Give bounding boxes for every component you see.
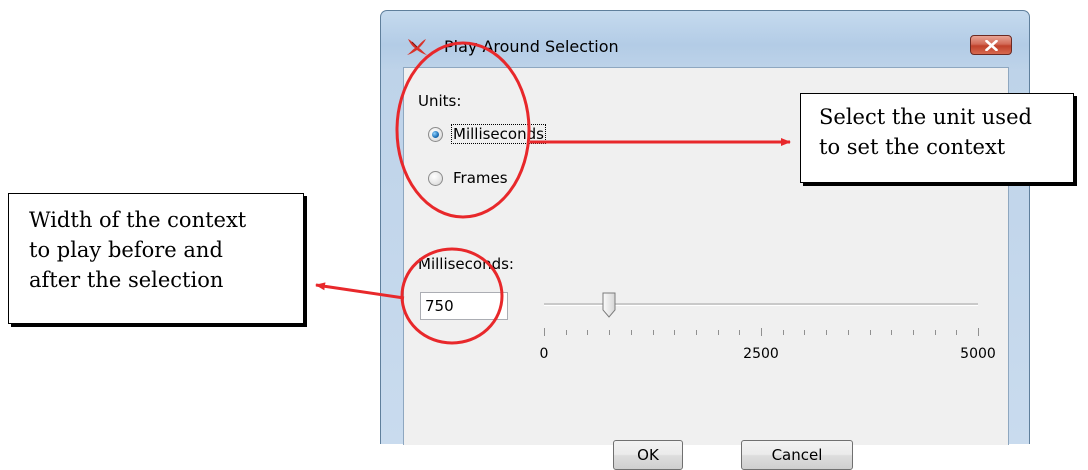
width-arrow xyxy=(315,282,405,300)
width-annotation-line: Width of the context xyxy=(29,208,247,232)
width-annotation-box: Width of the context to play before and … xyxy=(8,193,304,324)
cancel-button[interactable]: Cancel xyxy=(741,440,853,470)
input-highlight-circle xyxy=(400,247,504,345)
units-highlight-circle xyxy=(395,41,531,219)
ok-button[interactable]: OK xyxy=(613,440,683,470)
unit-annotation-line: Select the unit used xyxy=(819,105,1032,129)
width-annotation-line: to play before and xyxy=(29,238,223,262)
unit-annotation-line: to set the context xyxy=(819,135,1006,159)
width-annotation-line: after the selection xyxy=(29,268,224,292)
unit-annotation-box: Select the unit used to set the context xyxy=(800,93,1074,183)
